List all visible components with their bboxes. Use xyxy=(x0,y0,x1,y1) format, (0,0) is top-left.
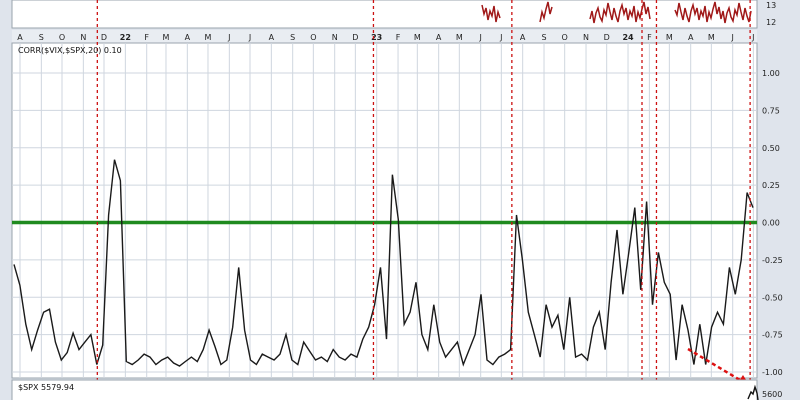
month-label: J xyxy=(499,33,502,42)
chart-canvas: 13 12 A S O N D 22 F M A M J J A S O N D 23 F M A M J J A S O N D 24 F… xyxy=(11,0,783,400)
top-panel-tick-12: 12 xyxy=(766,18,776,27)
month-label: J xyxy=(731,33,734,42)
month-label: 24 xyxy=(622,33,634,42)
month-label: D xyxy=(352,33,358,42)
spx-panel-tick-5600: 5600 xyxy=(762,390,782,399)
month-label: 23 xyxy=(371,33,382,42)
month-label: M xyxy=(456,33,463,42)
spx-panel xyxy=(11,379,758,400)
month-label: A xyxy=(520,33,526,42)
month-label: A xyxy=(269,33,275,42)
month-label: F xyxy=(144,33,149,42)
month-label: N xyxy=(583,33,589,42)
month-label: S xyxy=(541,33,546,42)
spx-legend: $SPX 5579.94 xyxy=(18,383,74,392)
month-label: F xyxy=(396,33,401,42)
month-label: M xyxy=(666,33,673,42)
month-label: J xyxy=(248,33,251,42)
y-tick-label: 0.25 xyxy=(762,181,780,190)
month-label: D xyxy=(101,33,107,42)
month-label: M xyxy=(205,33,212,42)
month-label: J xyxy=(227,33,230,42)
month-label: O xyxy=(59,33,65,42)
month-label: F xyxy=(647,33,652,42)
y-tick-label: 1.00 xyxy=(762,69,780,78)
corr-legend: CORR($VIX,$SPX,20) 0.10 xyxy=(18,46,122,55)
month-label: N xyxy=(80,33,86,42)
y-tick-label: -0.25 xyxy=(762,256,783,265)
y-tick-label: 0.00 xyxy=(762,219,780,228)
month-label: M xyxy=(708,33,715,42)
y-tick-label: -0.50 xyxy=(762,293,783,302)
y-tick-label: 0.50 xyxy=(762,144,780,153)
month-label: D xyxy=(604,33,610,42)
y-tick-label: -1.00 xyxy=(762,368,783,377)
month-label: O xyxy=(562,33,568,42)
month-label: A xyxy=(436,33,442,42)
top-panel-tick-13: 13 xyxy=(766,1,776,10)
y-tick-label: 0.75 xyxy=(762,106,780,115)
corr-panel xyxy=(11,42,758,379)
month-label: J xyxy=(751,33,754,42)
month-label: M xyxy=(163,33,170,42)
month-label: J xyxy=(478,33,481,42)
month-label: O xyxy=(310,33,316,42)
y-axis: 1.00 0.75 0.50 0.25 0.00 -0.25 -0.50 -0.75 -1.00 xyxy=(762,69,783,377)
month-label: M xyxy=(414,33,421,42)
month-label: A xyxy=(17,33,23,42)
month-label: A xyxy=(185,33,191,42)
month-label: N xyxy=(332,33,338,42)
month-label: 22 xyxy=(120,33,131,42)
month-label: A xyxy=(688,33,694,42)
y-tick-label: -0.75 xyxy=(762,331,783,340)
month-label: S xyxy=(39,33,44,42)
month-label: S xyxy=(290,33,295,42)
